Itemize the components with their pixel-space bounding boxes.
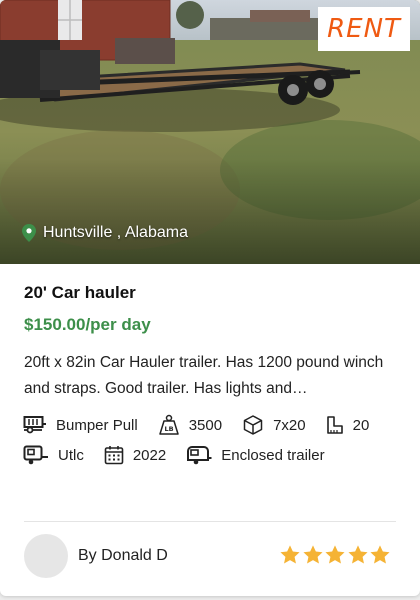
spec-make-value: Utlc — [58, 446, 84, 464]
location-text: Huntsville , Alabama — [43, 224, 188, 241]
star-icon — [302, 545, 323, 564]
star-icon — [347, 545, 368, 564]
spec-hitch: Bumper Pull — [23, 415, 138, 435]
specs-row-1: Bumper Pull LB 3500 7x20 20 — [23, 414, 369, 436]
listing-card[interactable]: RENT Huntsville , Alabama 20' Car hauler… — [0, 0, 420, 596]
spec-weight: LB 3500 — [158, 414, 222, 436]
map-pin-icon — [22, 224, 36, 242]
owner-info[interactable]: By Donald D — [24, 534, 168, 578]
specs-row-2: Utlc 2022 Enclosed trailer — [23, 445, 325, 465]
listing-title[interactable]: 20' Car hauler — [24, 283, 136, 303]
star-icon — [370, 545, 390, 564]
card-divider — [24, 521, 396, 522]
spec-hitch-value: Bumper Pull — [56, 416, 138, 434]
star-icon — [280, 545, 300, 564]
spec-length-value: 20 — [352, 416, 370, 434]
spec-size-value: 7x20 — [273, 416, 306, 434]
camper-icon — [187, 446, 212, 465]
spec-type-value: Enclosed trailer — [221, 446, 325, 464]
spec-make: Utlc — [23, 445, 84, 465]
spec-year-value: 2022 — [132, 446, 167, 464]
listing-description: 20ft x 82in Car Hauler trailer. Has 1200… — [24, 354, 384, 397]
avatar[interactable] — [24, 534, 68, 578]
listing-photo[interactable]: RENT Huntsville , Alabama — [0, 0, 420, 264]
length-icon — [326, 416, 343, 434]
spec-length: 20 — [326, 415, 370, 435]
weight-icon: LB — [158, 414, 179, 435]
spec-weight-value: 3500 — [188, 416, 223, 434]
rating-stars — [279, 544, 392, 566]
star-icon — [325, 545, 345, 564]
calendar-icon — [104, 446, 124, 465]
spec-type: Enclosed trailer — [186, 445, 325, 465]
spec-year: 2022 — [104, 445, 166, 465]
owner-name[interactable]: By Donald D — [78, 547, 168, 565]
trailer-hitch-icon — [23, 416, 46, 434]
location-label: Huntsville , Alabama — [22, 224, 188, 242]
spec-size: 7x20 — [242, 414, 306, 436]
trailer-icon — [23, 445, 48, 465]
listing-price: $150.00/per day — [24, 315, 151, 334]
weight-icon-text: LB — [164, 425, 173, 433]
box-icon — [243, 415, 263, 435]
rent-badge: RENT — [318, 7, 410, 51]
